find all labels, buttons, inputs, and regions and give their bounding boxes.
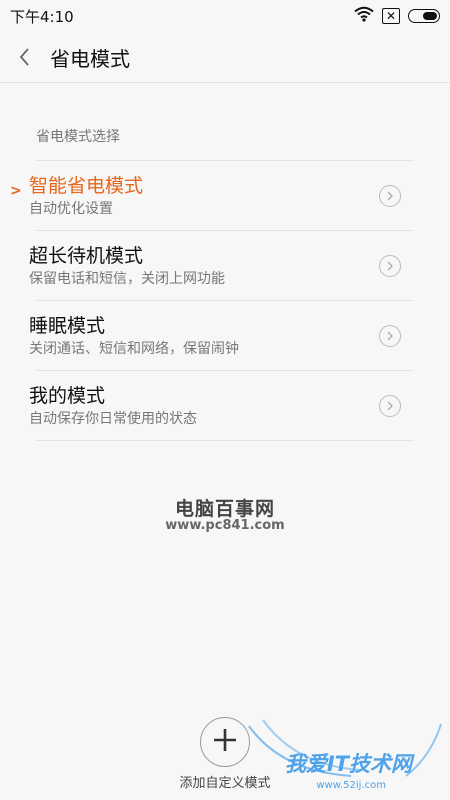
page-title: 省电模式: [50, 46, 130, 71]
back-arrow-icon[interactable]: [18, 47, 34, 67]
mode-title: 睡眠模式: [29, 314, 106, 337]
status-icons: ✕: [354, 6, 440, 26]
mode-item-long-standby[interactable]: 超长待机模式 保留电话和短信，关闭上网功能: [0, 231, 450, 300]
corner-watermark-text: 我爱IT技术网: [284, 752, 412, 776]
mode-title: 超长待机模式: [29, 244, 144, 267]
chevron-right-icon[interactable]: [379, 324, 401, 347]
no-sim-symbol: ✕: [385, 9, 397, 23]
mode-title: 智能省电模式: [29, 174, 144, 197]
plus-icon: [212, 727, 238, 757]
watermark-url: www.pc841.com: [165, 518, 285, 533]
battery-level: [423, 12, 437, 20]
chevron-right-icon[interactable]: [379, 184, 401, 207]
wifi-icon: [354, 6, 374, 26]
status-bar: 下午4:10 ✕: [0, 0, 450, 32]
title-bar: 省电模式: [0, 32, 450, 83]
chevron-right-icon[interactable]: [379, 394, 401, 417]
watermark-title: 电脑百事网: [174, 498, 275, 520]
item-divider: [36, 440, 414, 441]
corner-watermark-url: www.52ij.com: [316, 780, 386, 791]
mode-subtitle: 保留电话和短信，关闭上网功能: [29, 270, 225, 287]
mode-item-smart[interactable]: > 智能省电模式 自动优化设置: [0, 161, 450, 230]
mode-title: 我的模式: [29, 384, 106, 407]
mode-subtitle: 自动保存你日常使用的状态: [29, 410, 197, 427]
mode-item-sleep[interactable]: 睡眠模式 关闭通话、短信和网络，保留闹钟: [0, 301, 450, 370]
mode-subtitle: 关闭通话、短信和网络，保留闹钟: [29, 340, 239, 357]
chevron-right-icon[interactable]: [379, 254, 401, 277]
battery-icon: [408, 9, 440, 23]
no-sim-icon: ✕: [382, 8, 400, 24]
status-time: 下午4:10: [10, 7, 74, 26]
section-label: 省电模式选择: [36, 129, 120, 145]
selected-marker-icon: >: [10, 183, 22, 199]
corner-watermark-logo: 我爱IT技术网 www.52ij.com: [241, 716, 446, 796]
mode-item-my-mode[interactable]: 我的模式 自动保存你日常使用的状态: [0, 371, 450, 440]
mode-list: > 智能省电模式 自动优化设置 超长待机模式 保留电话和短信，关闭上网功能 睡眠…: [0, 161, 450, 441]
mode-subtitle: 自动优化设置: [29, 200, 113, 217]
